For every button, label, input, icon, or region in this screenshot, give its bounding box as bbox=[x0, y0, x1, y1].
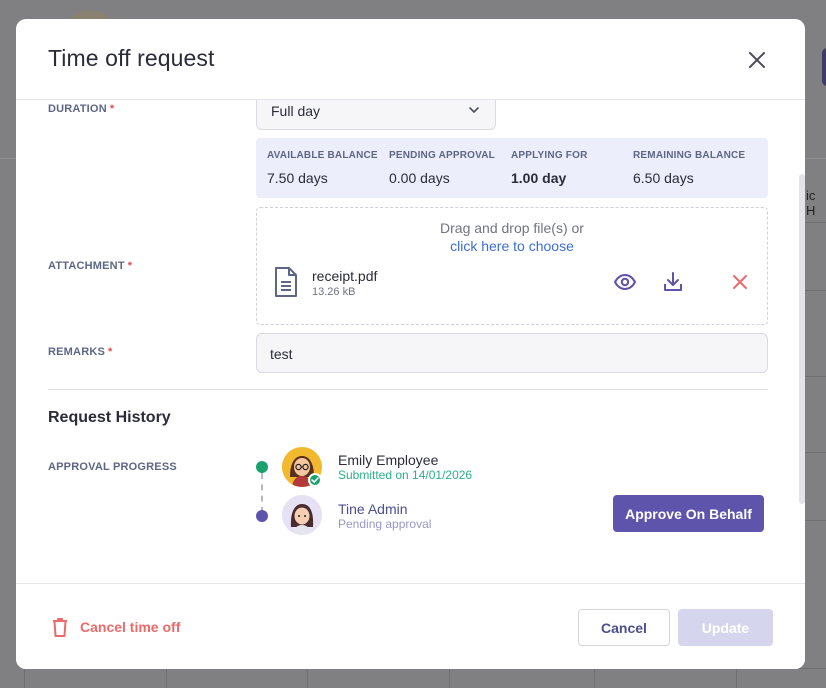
request-history-title: Request History bbox=[48, 409, 171, 426]
approver-status: Pending approval bbox=[338, 517, 432, 531]
avatar bbox=[282, 495, 322, 535]
file-size: 13.26 kB bbox=[312, 286, 356, 298]
close-button[interactable] bbox=[746, 49, 768, 71]
update-button[interactable]: Update bbox=[678, 609, 773, 646]
close-icon bbox=[749, 52, 765, 68]
file-dropzone[interactable]: Drag and drop file(s) or click here to c… bbox=[256, 207, 768, 325]
time-off-modal: Time off request DURATION * Full day AVAI… bbox=[16, 19, 805, 669]
download-file-button[interactable] bbox=[661, 270, 685, 294]
timeline-dot-completed bbox=[256, 461, 268, 473]
balance-summary: AVAILABLE BALANCE 7.50 days PENDING APPR… bbox=[256, 138, 768, 198]
download-icon bbox=[664, 272, 682, 291]
approver-name: Tine Admin bbox=[338, 501, 408, 517]
cancel-time-off-label: Cancel time off bbox=[80, 619, 181, 635]
close-icon bbox=[733, 275, 747, 289]
modal-footer: Cancel time off Cancel Update bbox=[16, 583, 805, 669]
duration-select[interactable]: Full day bbox=[256, 100, 496, 130]
duration-value: Full day bbox=[271, 103, 321, 119]
scrollbar[interactable] bbox=[799, 174, 805, 504]
timeline-connector bbox=[261, 473, 263, 513]
choose-file-link[interactable]: click here to choose bbox=[257, 238, 767, 254]
file-name: receipt.pdf bbox=[312, 268, 378, 284]
eye-icon bbox=[613, 273, 637, 291]
applying-for: APPLYING FOR 1.00 day bbox=[511, 150, 588, 186]
pending-approval: PENDING APPROVAL 0.00 days bbox=[389, 150, 495, 186]
dropzone-text: Drag and drop file(s) or bbox=[440, 220, 584, 236]
background-text: ic H bbox=[806, 188, 816, 218]
check-icon bbox=[308, 473, 322, 487]
attachment-label: ATTACHMENT * bbox=[48, 260, 133, 272]
document-icon bbox=[275, 267, 297, 297]
trash-icon bbox=[53, 618, 67, 637]
cancel-button[interactable]: Cancel bbox=[578, 609, 670, 646]
background-table-lines bbox=[805, 222, 826, 522]
modal-title: Time off request bbox=[48, 45, 215, 71]
remarks-label: REMARKS * bbox=[48, 346, 113, 358]
section-divider bbox=[48, 389, 768, 390]
background-button bbox=[822, 48, 826, 86]
available-balance: AVAILABLE BALANCE 7.50 days bbox=[267, 150, 378, 186]
cancel-time-off-button[interactable]: Cancel time off bbox=[50, 616, 180, 638]
modal-header: Time off request bbox=[16, 19, 805, 100]
admin-avatar-icon bbox=[282, 495, 322, 535]
duration-label: DURATION * bbox=[48, 103, 115, 115]
approver-status: Submitted on 14/01/2026 bbox=[338, 468, 473, 482]
remarks-field[interactable]: test bbox=[256, 333, 768, 373]
remaining-balance: REMAINING BALANCE 6.50 days bbox=[633, 150, 746, 186]
approver-name: Emily Employee bbox=[338, 452, 439, 468]
approve-on-behalf-button[interactable]: Approve On Behalf bbox=[613, 495, 764, 532]
background-table bbox=[24, 668, 826, 688]
approval-progress-label: APPROVAL PROGRESS bbox=[48, 461, 177, 473]
preview-file-button[interactable] bbox=[613, 270, 637, 294]
chevron-down-icon bbox=[469, 107, 479, 114]
modal-body: DURATION * Full day AVAILABLE BALANCE 7.5… bbox=[16, 100, 805, 583]
timeline-dot-pending bbox=[256, 510, 268, 522]
remove-file-button[interactable] bbox=[728, 270, 752, 294]
